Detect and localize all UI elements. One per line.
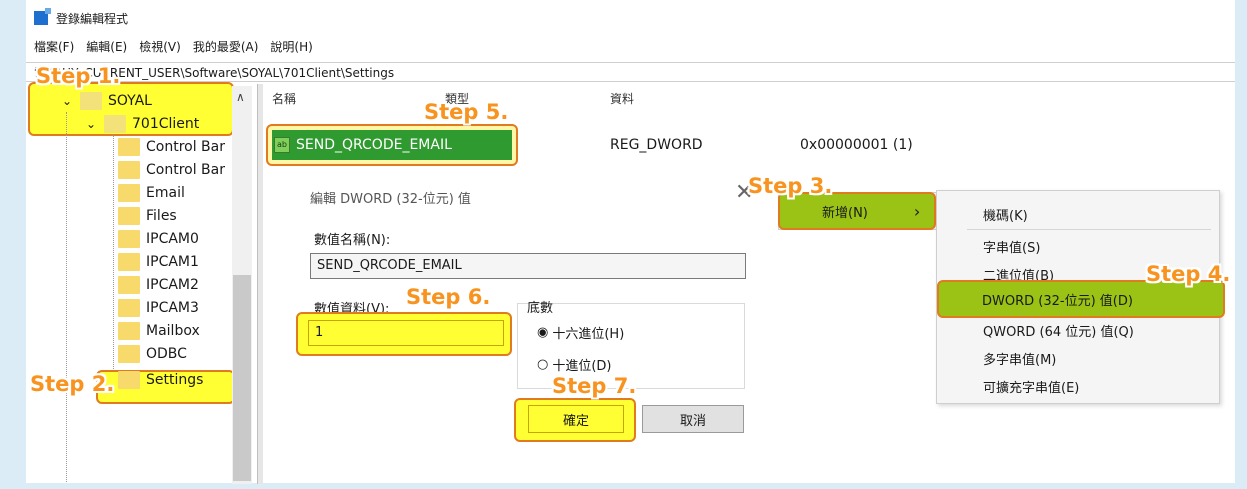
chevron-right-icon: ›	[913, 201, 921, 221]
folder-icon	[118, 253, 140, 271]
pane-splitter[interactable]	[257, 84, 263, 484]
submenu-separator	[967, 229, 1211, 230]
window-title: 登錄編輯程式	[56, 11, 129, 26]
tree-item-label: Settings	[146, 372, 204, 388]
frame-right	[1235, 0, 1247, 489]
value-data: 0x00000001 (1)	[800, 137, 913, 153]
menu-bar: 檔案(F) 編輯(E) 檢視(V) 我的最愛(A) 說明(H)	[34, 38, 313, 55]
submenu-string-value[interactable]: 字串值(S)	[983, 237, 1040, 256]
folder-icon	[118, 345, 140, 363]
menu-favorites[interactable]: 我的最愛(A)	[193, 38, 259, 55]
folder-icon	[118, 161, 140, 179]
tree-item-ipcam2[interactable]: IPCAM2	[118, 274, 199, 296]
tree-item-label: Files	[146, 208, 177, 224]
context-menu-new[interactable]: 新增(N) ›	[780, 194, 934, 228]
folder-icon	[118, 371, 140, 389]
menu-help[interactable]: 說明(H)	[270, 38, 312, 55]
folder-icon	[118, 322, 140, 340]
radio-hex[interactable]: ◉ 十六進位(H)	[537, 323, 624, 342]
folder-icon	[118, 276, 140, 294]
step-5-label: Step 5.	[424, 100, 509, 124]
tree-item-files[interactable]: Files	[118, 205, 177, 227]
tree-item-701client[interactable]: ⌄ 701Client	[84, 113, 199, 135]
tree-item-label: IPCAM0	[146, 231, 199, 247]
folder-icon	[118, 184, 140, 202]
submenu-qword-value[interactable]: QWORD (64 位元) 值(Q)	[983, 321, 1134, 340]
tree-item-odbc[interactable]: ODBC	[118, 343, 187, 365]
tree-item-settings[interactable]: Settings	[118, 369, 203, 391]
radio-dec-label: 十進位(D)	[552, 359, 612, 374]
reg-dword-icon: ab	[274, 137, 290, 153]
tree-item-label: Control Bar	[146, 162, 225, 178]
tree-item-label: Control Bar	[146, 139, 225, 155]
tree-scrollbar-thumb[interactable]	[233, 275, 251, 481]
menu-file[interactable]: 檔案(F)	[34, 38, 74, 55]
value-name-field[interactable]: SEND_QRCODE_EMAIL	[310, 253, 746, 279]
tree-item-control-bar-2[interactable]: Control Bar	[118, 159, 225, 181]
tree-item-label: Mailbox	[146, 323, 200, 339]
tree-item-ipcam0[interactable]: IPCAM0	[118, 228, 199, 250]
radio-hex-label: 十六進位(H)	[552, 327, 625, 342]
step-2-label: Step 2.	[30, 372, 115, 396]
tree-item-label: ODBC	[146, 346, 187, 362]
cancel-button[interactable]: 取消	[642, 405, 744, 433]
tree-item-soyal[interactable]: ⌄ SOYAL	[60, 90, 152, 112]
dialog-title: 編輯 DWORD (32-位元) 值	[310, 192, 471, 207]
tree-guide-line	[113, 135, 114, 385]
step-3-label: Step 3.	[748, 174, 833, 198]
frame-left	[0, 0, 26, 489]
context-new-label: 新增(N)	[822, 205, 868, 221]
value-name: SEND_QRCODE_EMAIL	[296, 137, 452, 153]
value-data-field[interactable]: 1	[308, 320, 504, 346]
tree-item-ipcam3[interactable]: IPCAM3	[118, 297, 199, 319]
step-7-label: Step 7.	[552, 374, 637, 398]
tree-item-ipcam1[interactable]: IPCAM1	[118, 251, 199, 273]
menu-view[interactable]: 檢視(V)	[139, 38, 181, 55]
value-name-label: 數值名稱(N):	[314, 233, 391, 248]
submenu-multi-string-value[interactable]: 多字串值(M)	[983, 349, 1056, 368]
folder-icon	[104, 115, 126, 133]
tree-item-mailbox[interactable]: Mailbox	[118, 320, 200, 342]
ok-button[interactable]: 確定	[528, 405, 624, 433]
scroll-up-icon[interactable]: ∧	[236, 90, 245, 104]
folder-icon	[118, 138, 140, 156]
address-bar[interactable]: 電腦\HY_CURRENT_USER\Software\SOYAL\701Cli…	[26, 62, 1235, 82]
step-1-label: Step 1.	[36, 64, 121, 88]
radio-unchecked-icon: ○	[537, 357, 549, 372]
tree-item-label: IPCAM3	[146, 300, 199, 316]
submenu-key[interactable]: 機碼(K)	[983, 205, 1028, 224]
tree-item-label: IPCAM1	[146, 254, 199, 270]
folder-icon	[118, 207, 140, 225]
chevron-down-icon[interactable]: ⌄	[60, 94, 74, 108]
registry-value-row[interactable]: ab SEND_QRCODE_EMAIL	[272, 130, 512, 160]
folder-icon	[118, 230, 140, 248]
column-header-name[interactable]: 名稱	[272, 90, 296, 107]
tree-item-control-bar-1[interactable]: Control Bar	[118, 136, 225, 158]
tree-item-label: Email	[146, 185, 185, 201]
step-4-label: Step 4.	[1146, 262, 1231, 286]
base-label: 底數	[527, 301, 554, 316]
tree-item-email[interactable]: Email	[118, 182, 185, 204]
menu-edit[interactable]: 編輯(E)	[86, 38, 127, 55]
chevron-down-icon[interactable]: ⌄	[84, 117, 98, 131]
tree-item-label: SOYAL	[108, 93, 152, 109]
tree-guide-line	[66, 112, 67, 482]
tree-item-label: 701Client	[132, 116, 200, 132]
tree-item-label: IPCAM2	[146, 277, 199, 293]
column-header-data[interactable]: 資料	[610, 90, 634, 107]
radio-checked-icon: ◉	[537, 325, 549, 340]
radio-dec[interactable]: ○ 十進位(D)	[537, 355, 612, 374]
submenu-expandable-string-value[interactable]: 可擴充字串值(E)	[983, 377, 1079, 396]
registry-editor-icon	[34, 8, 51, 25]
submenu-dword-value[interactable]: DWORD (32-位元) 值(D)	[982, 290, 1133, 309]
title-bar: 登錄編輯程式	[34, 8, 128, 28]
step-6-label: Step 6.	[406, 285, 491, 309]
folder-icon	[80, 92, 102, 110]
folder-icon	[118, 299, 140, 317]
value-type: REG_DWORD	[610, 137, 703, 153]
